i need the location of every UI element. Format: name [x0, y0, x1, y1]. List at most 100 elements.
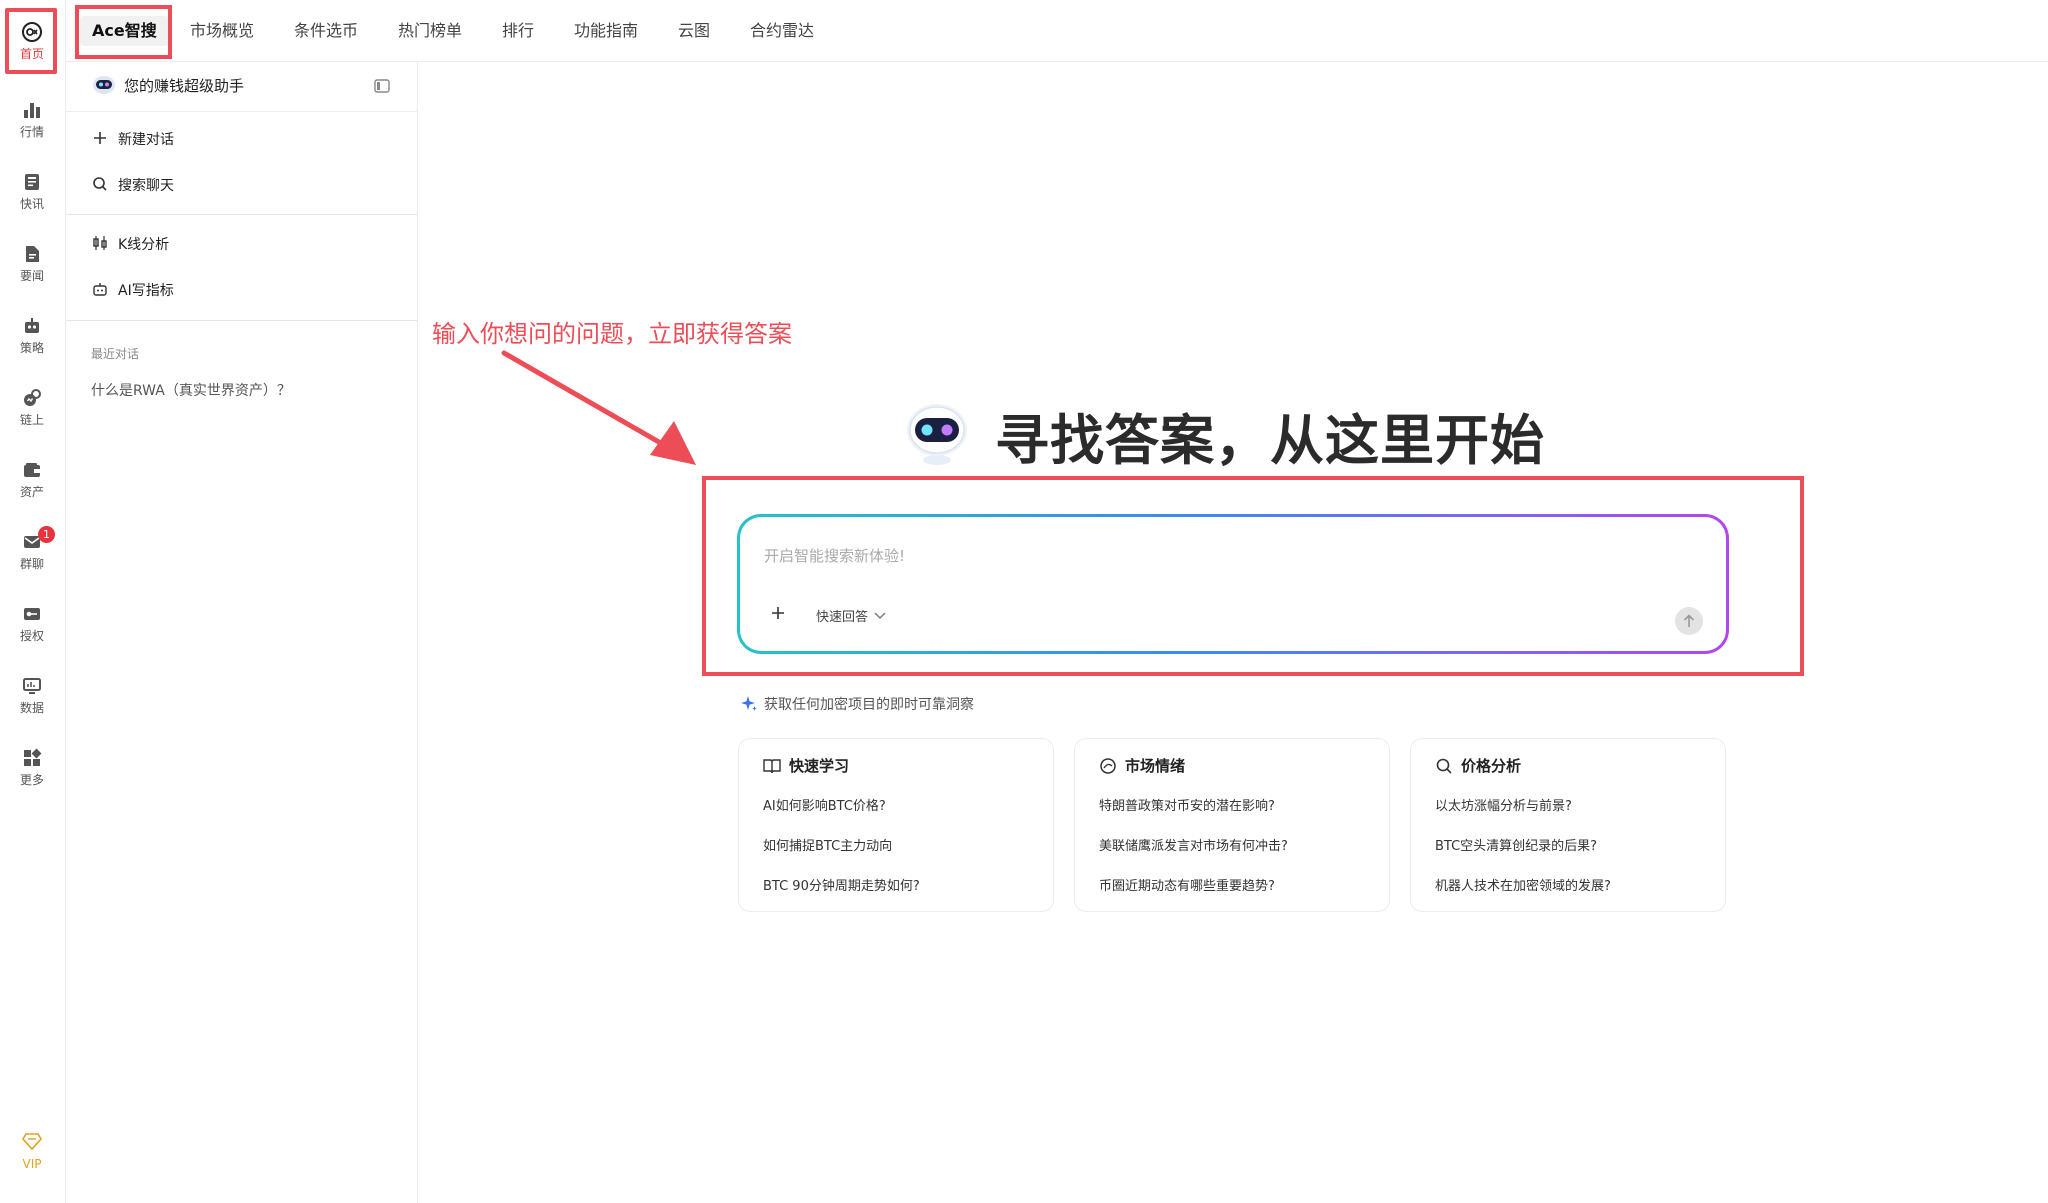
- rail-item-assets[interactable]: 资产: [0, 448, 64, 510]
- hero: 寻找答案，从这里开始: [905, 395, 1545, 475]
- rail-label-assets: 资产: [19, 485, 44, 499]
- rail-label-market: 行情: [19, 125, 44, 139]
- collapse-sidebar-icon[interactable]: [374, 78, 390, 97]
- tab-contract-radar[interactable]: 合约雷达: [750, 16, 814, 46]
- sidebar-title: 您的赚钱超级助手: [124, 77, 245, 95]
- unread-badge: 1: [38, 526, 55, 543]
- kline-analysis-label: K线分析: [118, 237, 170, 253]
- card-market-sentiment: 市场情绪 特朗普政策对币安的潜在影响? 美联储鹰派发言对市场有何冲击? 币圈近期…: [1074, 738, 1390, 912]
- robot-icon: [21, 315, 43, 337]
- quick-reply-label: 快速回答: [816, 610, 869, 625]
- rail-item-market[interactable]: 行情: [0, 88, 64, 150]
- robot-small-icon: [91, 280, 109, 298]
- icon-rail: 首页 行情 快讯 要闻 策略 链上 资产 群聊 1 授权 数据 更多 VIP: [0, 0, 66, 1203]
- card-quick-learn: 快速学习 AI如何影响BTC价格? 如何捕捉BTC主力动向 BTC 90分钟周期…: [738, 738, 1054, 912]
- suggested-question[interactable]: 以太坊涨幅分析与前景?: [1435, 795, 1572, 814]
- chain-icon: [21, 387, 43, 409]
- plus-icon: [91, 129, 109, 147]
- rail-label-more: 更多: [19, 773, 44, 787]
- robot-mascot-icon: [905, 398, 969, 472]
- suggested-question[interactable]: BTC 90分钟周期走势如何?: [763, 875, 920, 894]
- sparkle-icon: [741, 696, 757, 711]
- tab-hot-list[interactable]: 热门榜单: [398, 16, 462, 46]
- card-price-analysis: 价格分析 以太坊涨幅分析与前景? BTC空头清算创纪录的后果? 机器人技术在加密…: [1410, 738, 1726, 912]
- suggested-question[interactable]: AI如何影响BTC价格?: [763, 795, 886, 814]
- rail-label-news: 要闻: [19, 269, 44, 283]
- book-icon: [763, 758, 781, 773]
- rail-item-vip[interactable]: VIP: [0, 1126, 64, 1176]
- rail-label-data: 数据: [19, 701, 44, 715]
- top-tab-bar: Ace智搜 市场概览 条件选币 热门榜单 排行 功能指南 云图 合约雷达: [66, 0, 2048, 62]
- card-title: 快速学习: [789, 757, 850, 775]
- suggested-question[interactable]: 如何捕捉BTC主力动向: [763, 835, 892, 854]
- search-chat-button[interactable]: 搜索聊天: [66, 163, 418, 205]
- bar-chart-icon: [21, 99, 43, 121]
- rail-label-group-chat: 群聊: [19, 557, 44, 571]
- suggested-question[interactable]: 币圈近期动态有哪些重要趋势?: [1099, 875, 1275, 894]
- sidebar-divider: [66, 320, 418, 321]
- search-icon: [91, 175, 109, 193]
- rail-item-onchain[interactable]: 链上: [0, 376, 64, 438]
- assistant-bot-icon: [92, 74, 116, 100]
- rail-item-auth[interactable]: 授权: [0, 592, 64, 654]
- new-chat-button[interactable]: 新建对话: [66, 117, 418, 159]
- tab-ranking[interactable]: 排行: [502, 16, 534, 46]
- recent-chats-heading: 最近对话: [91, 347, 140, 361]
- insight-hint: 获取任何加密项目的即时可靠洞察: [740, 694, 974, 714]
- attach-plus-icon[interactable]: [770, 605, 786, 625]
- search-icon: [1436, 758, 1452, 774]
- ai-indicator-button[interactable]: AI写指标: [66, 268, 418, 310]
- suggested-question[interactable]: 特朗普政策对币安的潜在影响?: [1099, 795, 1275, 814]
- search-input[interactable]: [764, 547, 1664, 565]
- chat-sidebar: 您的赚钱超级助手 新建对话 搜索聊天 K线分析 AI写指标 最近对话 什么是RW…: [66, 62, 418, 1203]
- rail-item-group-chat[interactable]: 群聊 1: [0, 520, 64, 582]
- rail-item-data[interactable]: 数据: [0, 664, 64, 726]
- candlestick-icon: [91, 234, 109, 252]
- send-button[interactable]: [1675, 607, 1703, 635]
- rail-item-news[interactable]: 要闻: [0, 232, 64, 294]
- home-highlight-box: [5, 8, 57, 74]
- kline-analysis-button[interactable]: K线分析: [66, 222, 418, 264]
- card-title: 市场情绪: [1125, 757, 1186, 775]
- insight-text: 获取任何加密项目的即时可靠洞察: [764, 697, 974, 713]
- sentiment-gauge-icon: [1100, 757, 1116, 774]
- tab-highlight-box: [75, 5, 172, 59]
- rail-label-auth: 授权: [19, 629, 44, 643]
- tab-coin-screener[interactable]: 条件选币: [294, 16, 358, 46]
- rail-item-flash[interactable]: 快讯: [0, 160, 64, 222]
- suggested-question[interactable]: 美联储鹰派发言对市场有何冲击?: [1099, 835, 1288, 854]
- newspaper-icon: [21, 171, 43, 193]
- ai-indicator-label: AI写指标: [118, 283, 174, 299]
- sidebar-divider: [66, 214, 418, 215]
- key-icon: [21, 603, 43, 625]
- hero-title: 寻找答案，从这里开始: [995, 408, 1545, 472]
- suggested-question[interactable]: 机器人技术在加密领域的发展?: [1435, 875, 1611, 894]
- rail-item-strategy[interactable]: 策略: [0, 304, 64, 366]
- search-chat-label: 搜索聊天: [118, 178, 174, 194]
- monitor-icon: [21, 675, 43, 697]
- new-chat-label: 新建对话: [118, 132, 174, 148]
- rail-label-flash: 快讯: [19, 197, 44, 211]
- search-box-inner: 快速回答: [740, 517, 1726, 651]
- chevron-down-icon: [874, 612, 886, 619]
- document-icon: [21, 243, 43, 265]
- card-title: 价格分析: [1461, 757, 1522, 775]
- wallet-icon: [21, 459, 43, 481]
- rail-label-strategy: 策略: [19, 341, 44, 355]
- sidebar-header: 您的赚钱超级助手: [66, 62, 418, 112]
- annotation-text: 输入你想问的问题，立即获得答案: [432, 320, 792, 348]
- search-box: 快速回答: [737, 514, 1729, 654]
- rail-label-vip: VIP: [22, 1156, 42, 1171]
- tab-cloud-map[interactable]: 云图: [678, 16, 710, 46]
- rail-item-more[interactable]: 更多: [0, 736, 64, 798]
- quick-reply-dropdown[interactable]: 快速回答: [816, 606, 886, 625]
- diamond-icon: [22, 1132, 42, 1154]
- tab-feature-guide[interactable]: 功能指南: [574, 16, 638, 46]
- arrow-up-icon: [1683, 614, 1695, 627]
- grid-icon: [21, 747, 43, 769]
- rail-label-onchain: 链上: [19, 413, 44, 427]
- annotation-arrow-icon: [501, 350, 696, 465]
- suggested-question[interactable]: BTC空头清算创纪录的后果?: [1435, 835, 1597, 854]
- recent-chat-item[interactable]: 什么是RWA（真实世界资产）？: [91, 380, 291, 400]
- tab-market-overview[interactable]: 市场概览: [190, 16, 254, 46]
